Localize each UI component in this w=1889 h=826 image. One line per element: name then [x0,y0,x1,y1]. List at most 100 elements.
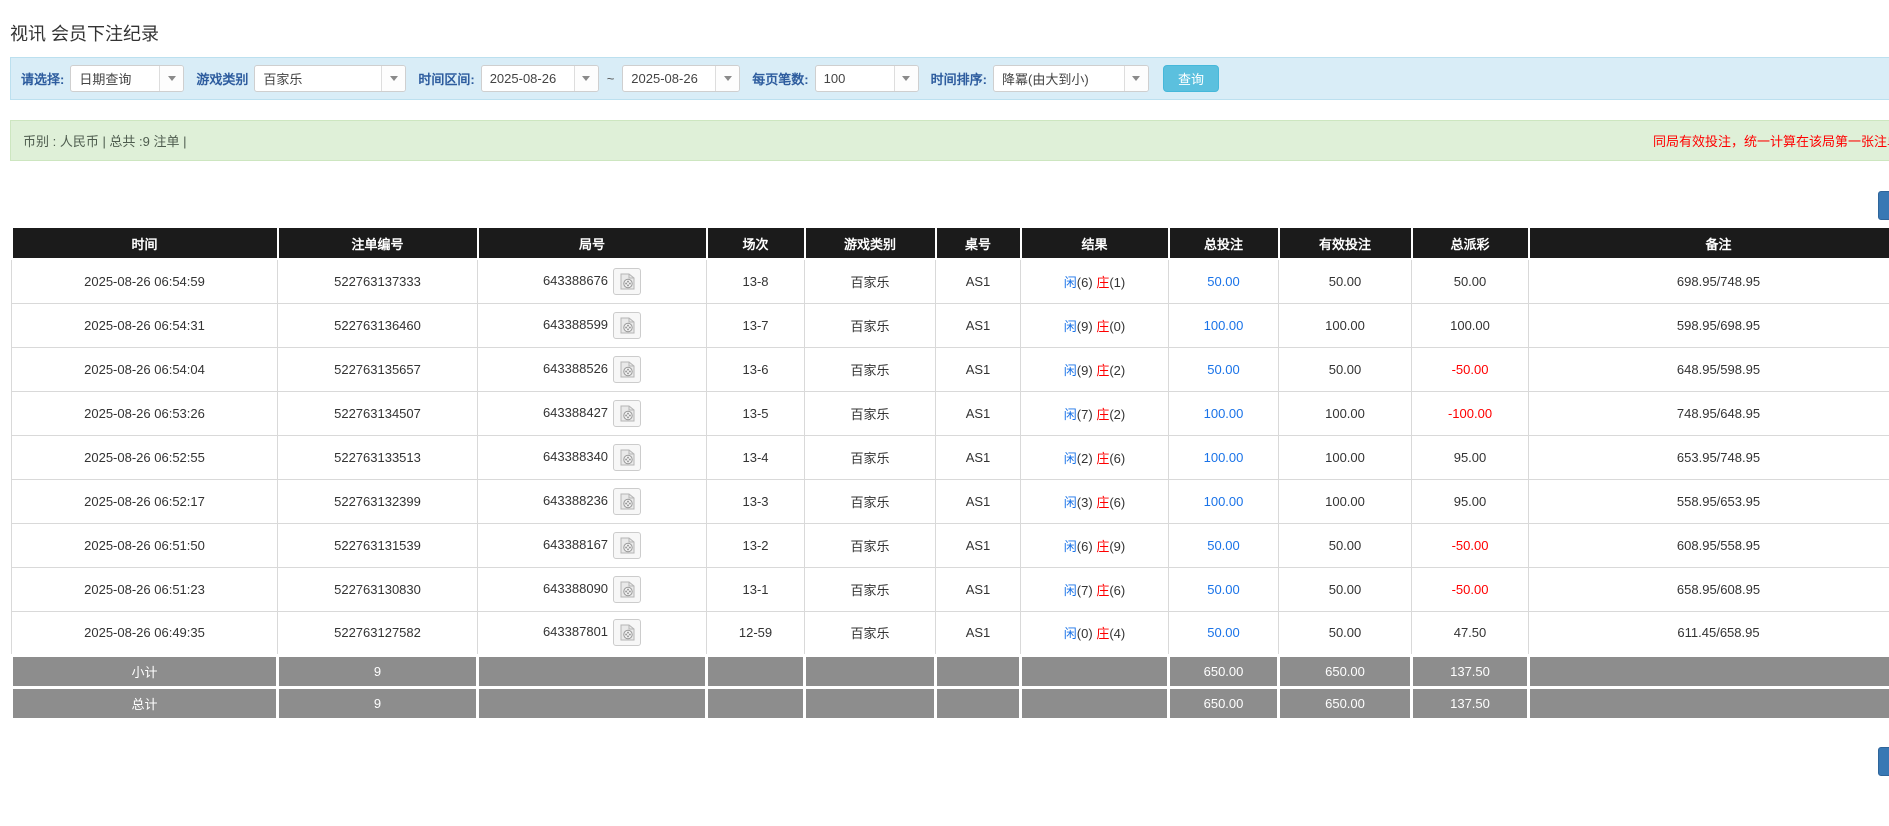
video-replay-button[interactable] [613,532,641,559]
cell-bet-no: 522763136460 [278,303,478,347]
pagination-button-bottom[interactable] [1878,747,1889,776]
total-bet-link[interactable]: 100.00 [1204,406,1244,421]
table-row: 2025-08-26 06:51:23 522763130830 6433880… [12,567,1889,611]
cell-remark: 648.95/598.95 [1529,347,1889,391]
video-replay-button[interactable] [613,356,641,383]
table-row: 2025-08-26 06:52:55 522763133513 6433883… [12,435,1889,479]
sort-order-value: 降冪(由大到小) [994,66,1124,91]
cell-session: 13-2 [707,523,805,567]
notice-text: 同局有效投注，统一计算在该局第一张注单内 [1653,131,1889,150]
total-bet-link[interactable]: 50.00 [1207,625,1240,640]
table-row: 2025-08-26 06:49:35 522763127582 6433878… [12,611,1889,655]
query-type-select[interactable]: 日期查询 [70,65,184,92]
video-replay-button[interactable] [613,619,641,646]
cell-valid-bet: 100.00 [1279,479,1412,523]
cell-total-bet: 100.00 [1169,391,1279,435]
result-player-count: (2) [1077,451,1093,466]
chevron-down-icon[interactable] [894,66,918,91]
total-count: 9 [278,687,478,719]
cell-table-no: AS1 [936,611,1021,655]
game-type-select[interactable]: 百家乐 [254,65,406,92]
total-total-bet: 650.00 [1169,687,1279,719]
total-bet-link[interactable]: 50.00 [1207,538,1240,553]
header-total-bet: 总投注 [1169,227,1279,259]
video-replay-button[interactable] [613,268,641,295]
page-size-select[interactable]: 100 [815,65,919,92]
video-replay-button[interactable] [613,576,641,603]
date-from-input[interactable]: 2025-08-26 [481,65,599,92]
chevron-down-icon[interactable] [574,66,598,91]
result-banker-count: (9) [1109,539,1125,554]
total-payout: 137.50 [1412,687,1529,719]
cell-time: 2025-08-26 06:52:55 [12,435,278,479]
cell-result: 闲(9) 庄(0) [1021,303,1169,347]
search-button[interactable]: 查询 [1163,65,1219,92]
video-file-icon [620,537,635,554]
round-number: 643387801 [543,624,608,639]
result-banker-count: (1) [1109,275,1125,290]
cell-result: 闲(7) 庄(6) [1021,567,1169,611]
cell-payout: 47.50 [1412,611,1529,655]
subtotal-valid-bet: 650.00 [1279,655,1412,687]
cell-payout: 95.00 [1412,479,1529,523]
header-game-type: 游戏类别 [805,227,936,259]
cell-session: 13-4 [707,435,805,479]
result-player: 闲 [1064,451,1077,466]
cell-bet-no: 522763127582 [278,611,478,655]
chevron-down-icon[interactable] [1124,66,1148,91]
result-player: 闲 [1064,583,1077,598]
cell-bet-no: 522763131539 [278,523,478,567]
total-bet-link[interactable]: 100.00 [1204,318,1244,333]
video-replay-button[interactable] [613,312,641,339]
cell-time: 2025-08-26 06:54:31 [12,303,278,347]
pagination-button-top[interactable] [1878,191,1889,220]
total-bet-link[interactable]: 50.00 [1207,274,1240,289]
video-file-icon [620,449,635,466]
table-row: 2025-08-26 06:54:04 522763135657 6433885… [12,347,1889,391]
result-banker: 庄 [1096,319,1109,334]
date-to-input[interactable]: 2025-08-26 [622,65,740,92]
result-banker-count: (6) [1109,495,1125,510]
chevron-down-icon[interactable] [381,66,405,91]
chevron-down-icon[interactable] [159,66,183,91]
cell-total-bet: 50.00 [1169,259,1279,303]
cell-game-type: 百家乐 [805,435,936,479]
cell-total-bet: 50.00 [1169,567,1279,611]
video-file-icon [620,493,635,510]
cell-round-no: 643388090 [478,567,707,611]
cell-remark: 558.95/653.95 [1529,479,1889,523]
info-bar: 币别 : 人民币 | 总共 :9 注单 | 同局有效投注，统一计算在该局第一张注… [10,120,1889,161]
total-bet-link[interactable]: 100.00 [1204,450,1244,465]
cell-valid-bet: 50.00 [1279,347,1412,391]
filter-toolbar: 请选择: 日期查询 游戏类别 百家乐 时间区间: 2025-08-26 ~ 20… [10,57,1889,100]
subtotal-row: 小计 9 650.00 650.00 137.50 [12,655,1889,687]
total-bet-link[interactable]: 50.00 [1207,362,1240,377]
cell-time: 2025-08-26 06:54:04 [12,347,278,391]
cell-game-type: 百家乐 [805,567,936,611]
cell-remark: 598.95/698.95 [1529,303,1889,347]
round-number: 643388427 [543,404,608,419]
cell-result: 闲(2) 庄(6) [1021,435,1169,479]
video-replay-button[interactable] [613,488,641,515]
cell-time: 2025-08-26 06:52:17 [12,479,278,523]
cell-result: 闲(6) 庄(9) [1021,523,1169,567]
cell-bet-no: 522763134507 [278,391,478,435]
cell-game-type: 百家乐 [805,611,936,655]
total-bet-link[interactable]: 50.00 [1207,582,1240,597]
result-player-count: (9) [1077,363,1093,378]
result-player-count: (6) [1077,539,1093,554]
cell-bet-no: 522763133513 [278,435,478,479]
total-row: 总计 9 650.00 650.00 137.50 [12,687,1889,719]
cell-payout: -50.00 [1412,347,1529,391]
total-bet-link[interactable]: 100.00 [1204,494,1244,509]
round-number: 643388090 [543,580,608,595]
round-number: 643388167 [543,536,608,551]
cell-valid-bet: 100.00 [1279,391,1412,435]
cell-round-no: 643387801 [478,611,707,655]
cell-total-bet: 100.00 [1169,435,1279,479]
video-replay-button[interactable] [613,444,641,471]
cell-payout: 100.00 [1412,303,1529,347]
video-replay-button[interactable] [613,400,641,427]
chevron-down-icon[interactable] [715,66,739,91]
sort-order-select[interactable]: 降冪(由大到小) [993,65,1149,92]
